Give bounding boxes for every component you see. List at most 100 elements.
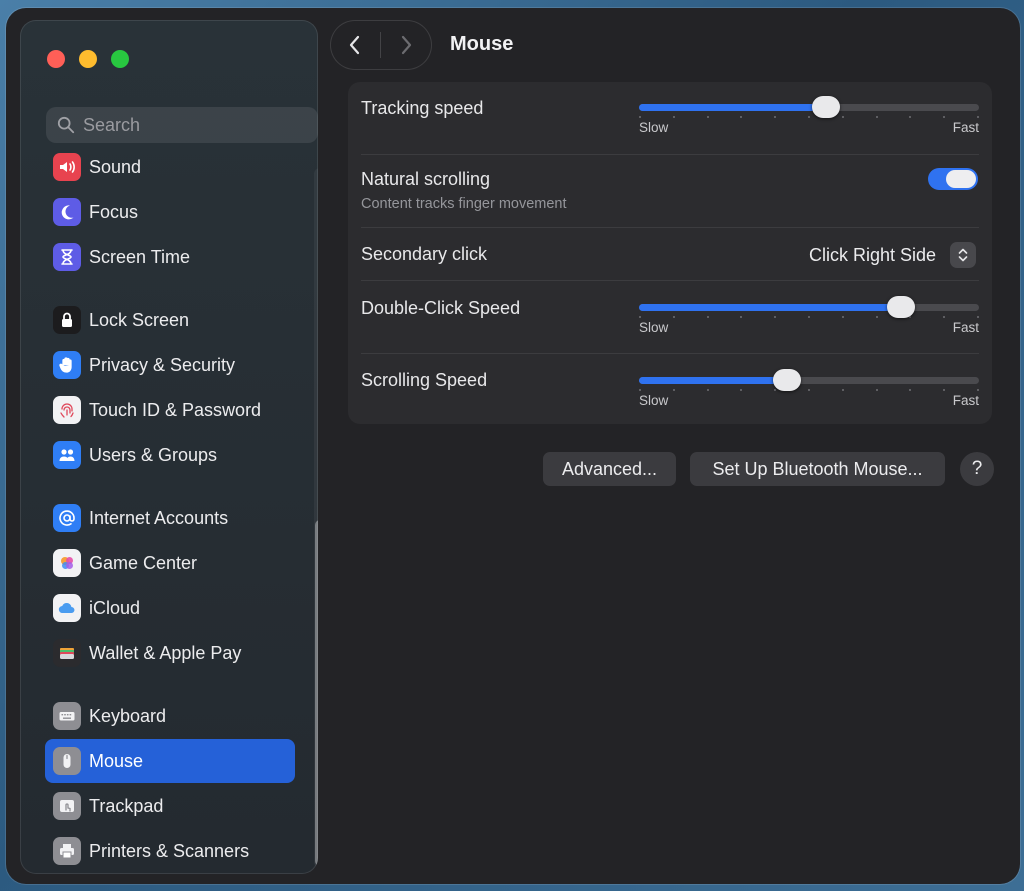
slider-tick [977,116,979,118]
slider-tick [808,389,810,391]
speaker-icon [53,153,81,181]
slider-tick [672,389,675,391]
slider-tick [740,389,743,391]
sidebar-item-label: Trackpad [89,795,164,816]
sidebar-item-icloud[interactable]: iCloud [45,586,295,630]
search-input[interactable] [83,114,303,136]
users-icon [53,441,81,469]
forward-button[interactable] [381,20,431,70]
double-click-speed-slider[interactable]: Slow Fast [639,290,979,335]
slider-tick [875,316,878,318]
slider-tick [774,389,777,391]
sidebar-item-label: Wallet & Apple Pay [89,642,242,663]
sidebar-item-label: iCloud [89,597,141,618]
slider-tick [639,116,641,118]
zoom-window-button[interactable] [111,50,129,68]
toggle-knob [946,170,976,188]
sidebar-item-touch-id[interactable]: Touch ID & Password [45,388,295,432]
help-button[interactable]: ? [960,452,994,486]
sidebar-item-internet-accounts[interactable]: Internet Accounts [45,496,295,540]
sidebar-item-mouse[interactable]: Mouse [45,739,295,783]
scrolling-speed-slider[interactable]: Slow Fast [639,363,979,408]
sidebar-item-users-groups[interactable]: Users & Groups [45,433,295,477]
slider-ticks [639,389,979,393]
slider-track [639,377,979,384]
slider-fill [639,104,826,111]
sidebar-item-label: Sound [89,156,142,177]
sidebar-item-label: Focus [89,201,139,222]
hourglass-icon [53,243,81,271]
slider-thumb[interactable] [886,296,915,318]
sidebar-scroll-thumb[interactable] [315,520,318,866]
search-icon [57,116,75,134]
slider-tick [672,316,675,318]
slider-fill [639,304,901,311]
minimize-window-button[interactable] [79,50,97,68]
sidebar-item-lock-screen[interactable]: Lock Screen [45,298,295,342]
slider-ticks [639,116,979,120]
fingerprint-icon [53,396,81,424]
sidebar-item-screen-time[interactable]: Screen Time [45,235,295,279]
sidebar-item-sound[interactable]: Sound [45,145,295,189]
wallet-icon [53,639,81,667]
page-title: Mouse [450,33,514,55]
navigation-buttons [330,20,432,70]
mouse-icon [53,747,81,775]
slider-tick [740,316,743,318]
slider-tick [943,389,946,391]
slider-max-label: Fast [952,393,979,408]
sidebar-item-privacy-security[interactable]: Privacy & Security [45,343,295,387]
secondary-click-popup[interactable]: Click Right Side [809,240,976,270]
slider-thumb[interactable] [812,96,840,118]
sidebar-item-focus[interactable]: Focus [45,190,295,234]
sidebar-item-label: Users & Groups [89,444,218,465]
slider-tick [740,116,743,118]
setup-bluetooth-mouse-button[interactable]: Set Up Bluetooth Mouse... [690,452,945,486]
scrolling-speed-label: Scrolling Speed [361,370,488,390]
sidebar-item-label: Privacy & Security [89,354,236,375]
slider-tick [706,316,709,318]
lock-icon [53,306,81,334]
sidebar-item-label: Printers & Scanners [89,840,250,861]
cloud-icon [53,594,81,622]
double-click-speed-label: Double-Click Speed [361,298,521,318]
secondary-click-label: Secondary click [361,244,488,264]
sidebar-item-keyboard[interactable]: Keyboard [45,694,295,738]
tracking-speed-slider[interactable]: Slow Fast [639,90,979,135]
chevron-left-icon [349,35,360,55]
sidebar-item-game-center[interactable]: Game Center [45,541,295,585]
slider-tick [706,116,709,118]
slider-tick [808,316,810,318]
slider-tick [841,116,844,118]
advanced-button[interactable]: Advanced... [543,452,676,486]
sidebar-item-wallet[interactable]: Wallet & Apple Pay [45,631,295,675]
slider-tick [875,389,878,391]
back-button[interactable] [330,20,380,70]
chevron-right-icon [401,35,412,55]
sidebar-scrollbar[interactable] [314,168,318,868]
trackpad-icon [53,792,81,820]
natural-scrolling-description: Content tracks finger movement [361,196,567,212]
sidebar-item-label: Keyboard [89,705,167,726]
scrolling-speed-row: Scrolling Speed Slow Fast [348,354,992,424]
natural-scrolling-toggle[interactable] [928,168,978,190]
slider-min-label: Slow [639,393,669,408]
slider-tick [639,316,641,318]
slider-min-label: Slow [639,320,669,335]
hand-icon [53,351,81,379]
sidebar-item-printers-scanners[interactable]: Printers & Scanners [45,829,295,873]
close-window-button[interactable] [47,50,65,68]
keyboard-icon [53,702,81,730]
slider-thumb[interactable] [772,369,801,391]
slider-tick [977,316,979,318]
sidebar-item-label: Lock Screen [89,309,190,330]
slider-max-label: Fast [952,120,979,135]
sidebar-item-trackpad[interactable]: Trackpad [45,784,295,828]
slider-tick [943,116,946,118]
slider-tick [706,389,709,391]
slider-track [639,104,979,111]
slider-tick [909,389,912,391]
natural-scrolling-row: Natural scrolling Content tracks finger … [348,155,992,227]
sidebar-item-label: Screen Time [89,246,191,267]
search-field[interactable] [46,107,318,143]
